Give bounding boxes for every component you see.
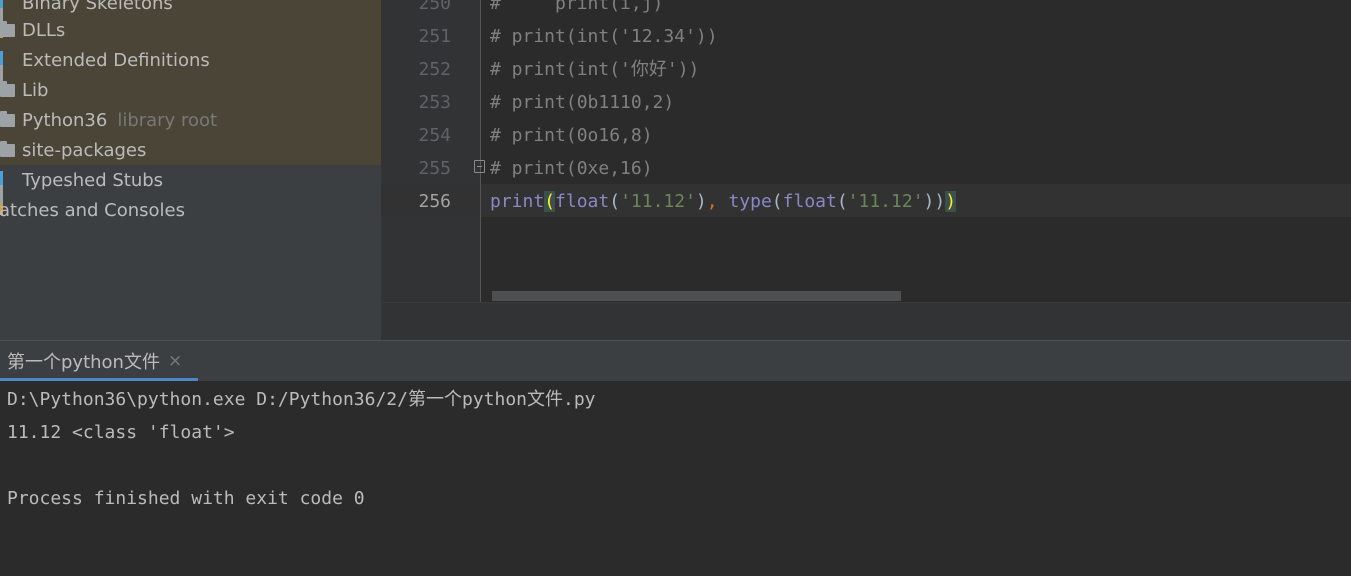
- line-number: 251: [418, 26, 451, 47]
- editor-bottom-bar: [381, 302, 1351, 340]
- tree-item-label: atches and Consoles: [0, 199, 185, 221]
- tree-item-label: Extended Definitions: [22, 49, 210, 71]
- paren: ): [695, 191, 707, 212]
- paren: (: [609, 191, 621, 212]
- line-number: 252: [418, 59, 451, 80]
- tree-item-typeshed-stubs[interactable]: Typeshed Stubs: [0, 165, 381, 215]
- print-keyword: print: [490, 191, 545, 212]
- tree-item-label: Typeshed Stubs: [22, 169, 164, 191]
- line-number: 253: [418, 92, 451, 113]
- tree-item-label: Binary Skeletons: [22, 0, 173, 14]
- tree-item-label: Python36: [22, 109, 108, 131]
- type-keyword: type: [717, 191, 772, 212]
- code-line-active: print(float('11.12'), type(float('11.12'…: [490, 185, 957, 218]
- line-number: 254: [418, 125, 451, 146]
- run-console[interactable]: D:\Python36\python.exe D:/Python36/2/第一个…: [0, 381, 1351, 576]
- tree-item-label: Lib: [22, 79, 49, 101]
- gutter-divider: [480, 0, 481, 302]
- tree-item-label: DLLs: [22, 19, 66, 41]
- horizontal-scrollbar-thumb[interactable]: [492, 291, 901, 301]
- tree-item-python36[interactable]: Python36 library root: [0, 105, 381, 135]
- comma: ,: [706, 191, 718, 212]
- code-line-comment: # print(int('你好')): [490, 59, 700, 80]
- tree-item-label: site-packages: [22, 139, 147, 161]
- run-tool-window-header: 第一个python文件 ×: [0, 340, 1351, 381]
- code-line-comment: # print(0xe,16): [490, 158, 653, 179]
- string-literal: '11.12': [847, 191, 924, 212]
- line-number: 250: [418, 0, 451, 14]
- parens: )): [923, 191, 946, 212]
- folder-icon: [0, 80, 15, 97]
- run-tab-label: 第一个python文件: [7, 352, 160, 373]
- float-keyword: float: [782, 191, 837, 212]
- paren: (: [771, 191, 783, 212]
- console-line: Process finished with exit code 0: [7, 488, 365, 509]
- fold-collapse-icon[interactable]: [474, 160, 485, 173]
- console-line: D:\Python36\python.exe D:/Python36/2/第一个…: [7, 389, 596, 410]
- close-icon[interactable]: ×: [168, 351, 182, 371]
- console-line: 11.12 <class 'float'>: [7, 422, 235, 443]
- library-icon: [0, 171, 15, 215]
- code-line-comment: # print(int('12.34')): [490, 26, 718, 47]
- code-line-comment: # print(i,j): [490, 0, 664, 14]
- library-root-hint: library root: [117, 109, 218, 131]
- matched-brace-close: ): [945, 191, 957, 212]
- tree-item-site-packages[interactable]: site-packages: [0, 135, 381, 165]
- run-tab[interactable]: 第一个python文件 ×: [0, 341, 198, 381]
- line-number-current: 256: [418, 191, 451, 212]
- library-icon: [0, 51, 15, 95]
- library-icon: [0, 0, 15, 38]
- matched-brace-open: (: [544, 191, 556, 212]
- string-literal: '11.12': [620, 191, 696, 212]
- paren: (: [836, 191, 848, 212]
- folder-icon: [0, 110, 15, 127]
- code-line-comment: # print(0o16,8): [490, 125, 653, 146]
- folder-icon: [0, 140, 15, 157]
- tree-item-dlls[interactable]: DLLs: [0, 15, 381, 45]
- tree-item-extended-definitions[interactable]: Extended Definitions: [0, 45, 381, 95]
- folder-icon: [0, 20, 15, 37]
- float-keyword: float: [555, 191, 610, 212]
- project-tree: Binary Skeletons DLLs Extended Definitio…: [0, 0, 381, 340]
- tree-item-scratches-and-consoles[interactable]: atches and Consoles: [0, 195, 380, 225]
- tree-item-lib[interactable]: Lib: [0, 75, 381, 105]
- code-line-comment: # print(0b1110,2): [490, 92, 675, 113]
- line-number: 255: [418, 158, 451, 179]
